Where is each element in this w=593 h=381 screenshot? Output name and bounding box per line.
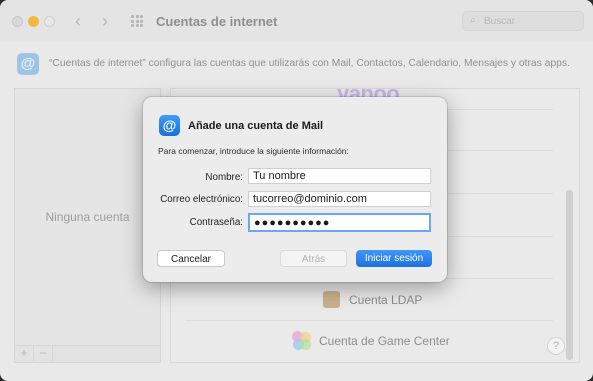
accounts-list-toolbar: + − — [15, 345, 160, 362]
add-mail-account-dialog: @ Añade una cuenta de Mail Para comenzar… — [143, 97, 447, 282]
header-description: “Cuentas de internet” configura las cuen… — [49, 58, 570, 69]
internet-accounts-icon: @ — [17, 53, 39, 75]
scrollbar[interactable] — [566, 190, 573, 360]
search-field[interactable]: ⌕ Buscar — [462, 11, 584, 31]
forward-arrow-icon[interactable]: › — [96, 11, 114, 31]
divider — [185, 320, 553, 321]
help-button[interactable]: ? — [547, 337, 565, 355]
search-icon: ⌕ — [470, 15, 476, 26]
password-label: Contraseña: — [189, 217, 243, 228]
sign-in-button[interactable]: Iniciar sesión — [356, 250, 432, 267]
dialog-title: Añade una cuenta de Mail — [188, 120, 324, 132]
search-placeholder: Buscar — [484, 16, 516, 27]
minimize-button[interactable] — [28, 16, 39, 27]
email-field[interactable] — [248, 191, 431, 207]
ldap-icon — [323, 291, 340, 308]
password-field[interactable] — [248, 213, 431, 232]
titlebar: ‹ › Cuentas de internet ⌕ Buscar — [0, 0, 593, 42]
provider-game-center-label: Cuenta de Game Center — [319, 334, 450, 348]
provider-ldap-label: Cuenta LDAP — [349, 292, 423, 307]
show-all-grid-icon[interactable] — [131, 15, 143, 27]
name-field[interactable] — [248, 168, 431, 184]
remove-account-button[interactable]: − — [34, 346, 53, 361]
provider-game-center[interactable]: Cuenta de Game Center — [292, 331, 450, 351]
add-account-button[interactable]: + — [15, 346, 34, 361]
game-center-icon — [292, 331, 312, 351]
back-arrow-icon[interactable]: ‹ — [69, 11, 87, 31]
back-button[interactable]: Atrás — [280, 250, 347, 267]
cancel-button[interactable]: Cancelar — [157, 250, 225, 267]
provider-ldap[interactable]: Cuenta LDAP — [323, 291, 422, 308]
close-button[interactable] — [12, 16, 23, 27]
dialog-subtitle: Para comenzar, introduce la siguiente in… — [158, 146, 349, 156]
preferences-window: ‹ › Cuentas de internet ⌕ Buscar @ “Cuen… — [0, 0, 593, 381]
window-title: Cuentas de internet — [156, 14, 278, 29]
zoom-button[interactable] — [44, 16, 55, 27]
name-label: Nombre: — [205, 172, 243, 183]
email-label: Correo electrónico: — [160, 194, 243, 205]
at-icon: @ — [159, 115, 180, 136]
